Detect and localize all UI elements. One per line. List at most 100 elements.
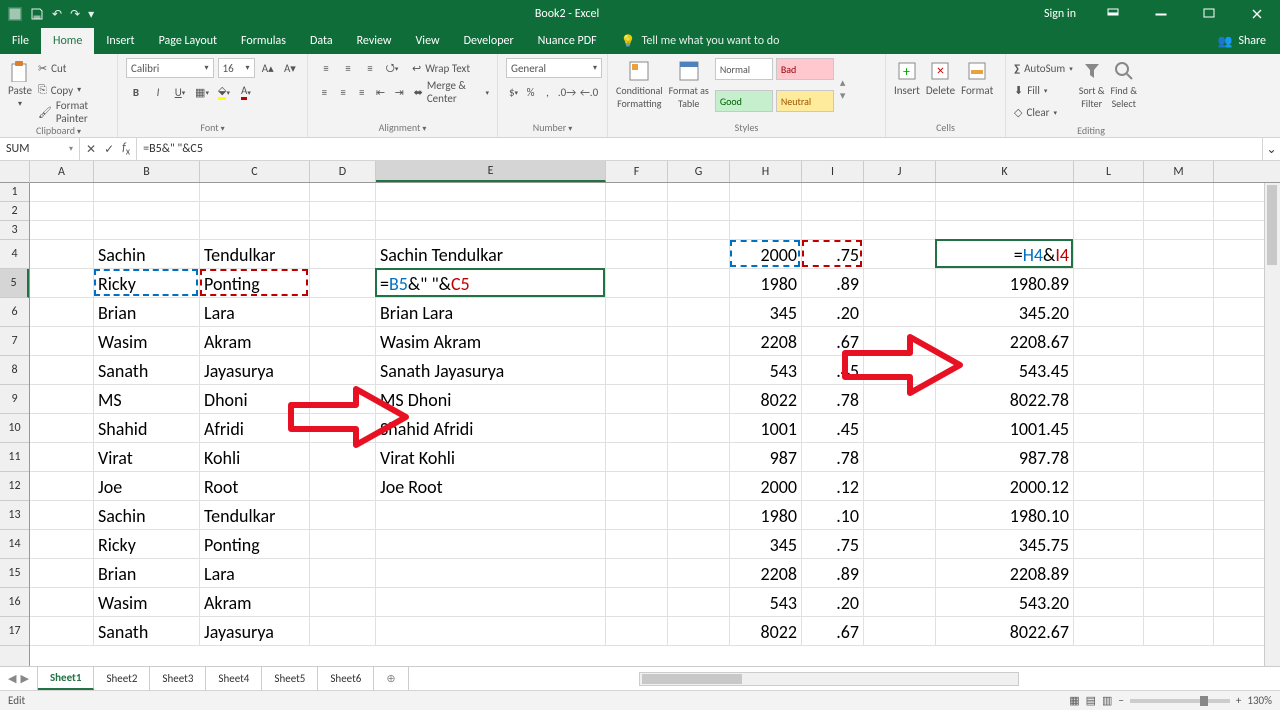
cell-G9[interactable] bbox=[668, 385, 730, 414]
tab-developer[interactable]: Developer bbox=[452, 28, 526, 54]
row-header-14[interactable]: 14 bbox=[0, 530, 29, 559]
conditional-formatting-button[interactable]: Conditional Formatting bbox=[616, 58, 663, 119]
cell-J4[interactable] bbox=[864, 240, 936, 269]
cell-E13[interactable] bbox=[376, 501, 606, 530]
tab-nuance-pdf[interactable]: Nuance PDF bbox=[526, 28, 609, 54]
cell-M7[interactable] bbox=[1144, 327, 1214, 356]
cell-K12[interactable]: 2000.12 bbox=[936, 472, 1074, 501]
cell-K8[interactable]: 543.45 bbox=[936, 356, 1074, 385]
cell-E1[interactable] bbox=[376, 183, 606, 202]
cell-A16[interactable] bbox=[30, 588, 94, 617]
cell-H1[interactable] bbox=[730, 183, 802, 202]
cell-H5[interactable]: 1980 bbox=[730, 269, 802, 298]
cell-B15[interactable]: Brian bbox=[94, 559, 200, 588]
cell-H17[interactable]: 8022 bbox=[730, 617, 802, 646]
paste-button[interactable]: Paste ▾ bbox=[8, 58, 32, 122]
fx-icon[interactable]: fx bbox=[122, 141, 130, 157]
cell-I15[interactable]: .89 bbox=[802, 559, 864, 588]
cell-I5[interactable]: .89 bbox=[802, 269, 864, 298]
cell-M9[interactable] bbox=[1144, 385, 1214, 414]
cell-I1[interactable] bbox=[802, 183, 864, 202]
italic-button[interactable]: I bbox=[148, 82, 168, 102]
cell-M4[interactable] bbox=[1144, 240, 1214, 269]
col-header-I[interactable]: I bbox=[802, 161, 864, 182]
zoom-slider[interactable] bbox=[1130, 699, 1230, 703]
cell-M17[interactable] bbox=[1144, 617, 1214, 646]
page-break-view-icon[interactable]: ▥ bbox=[1102, 694, 1112, 707]
cell-H4[interactable]: 2000 bbox=[730, 240, 802, 269]
cell-F4[interactable] bbox=[606, 240, 668, 269]
cell-E3[interactable] bbox=[376, 221, 606, 240]
cell-K15[interactable]: 2208.89 bbox=[936, 559, 1074, 588]
cell-A7[interactable] bbox=[30, 327, 94, 356]
tab-file[interactable]: File bbox=[0, 28, 41, 54]
style-good[interactable]: Good bbox=[715, 90, 773, 112]
cell-C3[interactable] bbox=[200, 221, 310, 240]
cell-B4[interactable]: Sachin bbox=[94, 240, 200, 269]
cell-E8[interactable]: Sanath Jayasurya bbox=[376, 356, 606, 385]
cell-B16[interactable]: Wasim bbox=[94, 588, 200, 617]
redo-icon[interactable]: ↷ bbox=[70, 7, 80, 22]
cell-F1[interactable] bbox=[606, 183, 668, 202]
border-button[interactable]: ▦▾ bbox=[192, 82, 212, 102]
cell-H8[interactable]: 543 bbox=[730, 356, 802, 385]
align-left-icon[interactable]: ≡ bbox=[316, 82, 333, 102]
cell-J5[interactable] bbox=[864, 269, 936, 298]
align-right-icon[interactable]: ≡ bbox=[353, 82, 370, 102]
cell-D3[interactable] bbox=[310, 221, 376, 240]
col-header-K[interactable]: K bbox=[936, 161, 1074, 182]
cell-H9[interactable]: 8022 bbox=[730, 385, 802, 414]
cell-M8[interactable] bbox=[1144, 356, 1214, 385]
cell-I14[interactable]: .75 bbox=[802, 530, 864, 559]
cell-B9[interactable]: MS bbox=[94, 385, 200, 414]
cell-B5[interactable]: Ricky bbox=[94, 269, 200, 298]
cell-G4[interactable] bbox=[668, 240, 730, 269]
cell-B7[interactable]: Wasim bbox=[94, 327, 200, 356]
cell-G8[interactable] bbox=[668, 356, 730, 385]
underline-button[interactable]: U▾ bbox=[170, 82, 190, 102]
cell-K3[interactable] bbox=[936, 221, 1074, 240]
cell-G15[interactable] bbox=[668, 559, 730, 588]
enter-formula-icon[interactable]: ✓ bbox=[104, 142, 114, 157]
percent-format-icon[interactable]: % bbox=[523, 82, 538, 102]
cell-D7[interactable] bbox=[310, 327, 376, 356]
find-select-button[interactable]: Find & Select bbox=[1111, 58, 1137, 122]
tab-data[interactable]: Data bbox=[298, 28, 345, 54]
cell-L10[interactable] bbox=[1074, 414, 1144, 443]
sheet-tab-sheet1[interactable]: Sheet1 bbox=[38, 667, 95, 690]
cell-I16[interactable]: .20 bbox=[802, 588, 864, 617]
cell-E11[interactable]: Virat Kohli bbox=[376, 443, 606, 472]
cell-L7[interactable] bbox=[1074, 327, 1144, 356]
cell-G5[interactable] bbox=[668, 269, 730, 298]
row-header-9[interactable]: 9 bbox=[0, 385, 29, 414]
cell-I4[interactable]: .75 bbox=[802, 240, 864, 269]
prev-sheet-icon[interactable]: ◀ bbox=[8, 672, 16, 685]
cell-J12[interactable] bbox=[864, 472, 936, 501]
row-header-1[interactable]: 1 bbox=[0, 183, 29, 202]
cell-B8[interactable]: Sanath bbox=[94, 356, 200, 385]
sheet-tab-sheet2[interactable]: Sheet2 bbox=[94, 667, 150, 690]
qat-more-icon[interactable]: ▾ bbox=[88, 7, 94, 22]
vertical-scrollbar[interactable] bbox=[1264, 183, 1280, 666]
decrease-decimal-icon[interactable]: ←.0 bbox=[579, 82, 599, 102]
cell-H11[interactable]: 987 bbox=[730, 443, 802, 472]
cell-J9[interactable] bbox=[864, 385, 936, 414]
cell-J16[interactable] bbox=[864, 588, 936, 617]
tab-page-layout[interactable]: Page Layout bbox=[147, 28, 229, 54]
cell-K17[interactable]: 8022.67 bbox=[936, 617, 1074, 646]
cell-K4[interactable]: =H4&I4 bbox=[936, 240, 1074, 269]
row-header-2[interactable]: 2 bbox=[0, 202, 29, 221]
font-name-dropdown[interactable]: Calibri▾ bbox=[126, 58, 214, 78]
cell-E5[interactable]: =B5&" "&C5 bbox=[376, 269, 606, 298]
cell-L8[interactable] bbox=[1074, 356, 1144, 385]
tab-formulas[interactable]: Formulas bbox=[229, 28, 298, 54]
cell-I10[interactable]: .45 bbox=[802, 414, 864, 443]
formula-input[interactable]: =B5&" "&C5 bbox=[137, 138, 1262, 160]
cell-M11[interactable] bbox=[1144, 443, 1214, 472]
cell-I17[interactable]: .67 bbox=[802, 617, 864, 646]
cell-C9[interactable]: Dhoni bbox=[200, 385, 310, 414]
name-box[interactable]: SUM▾ bbox=[0, 138, 80, 160]
col-header-M[interactable]: M bbox=[1144, 161, 1214, 182]
zoom-out-icon[interactable]: − bbox=[1118, 694, 1123, 707]
clear-button[interactable]: ◇Clear▾ bbox=[1014, 102, 1073, 122]
